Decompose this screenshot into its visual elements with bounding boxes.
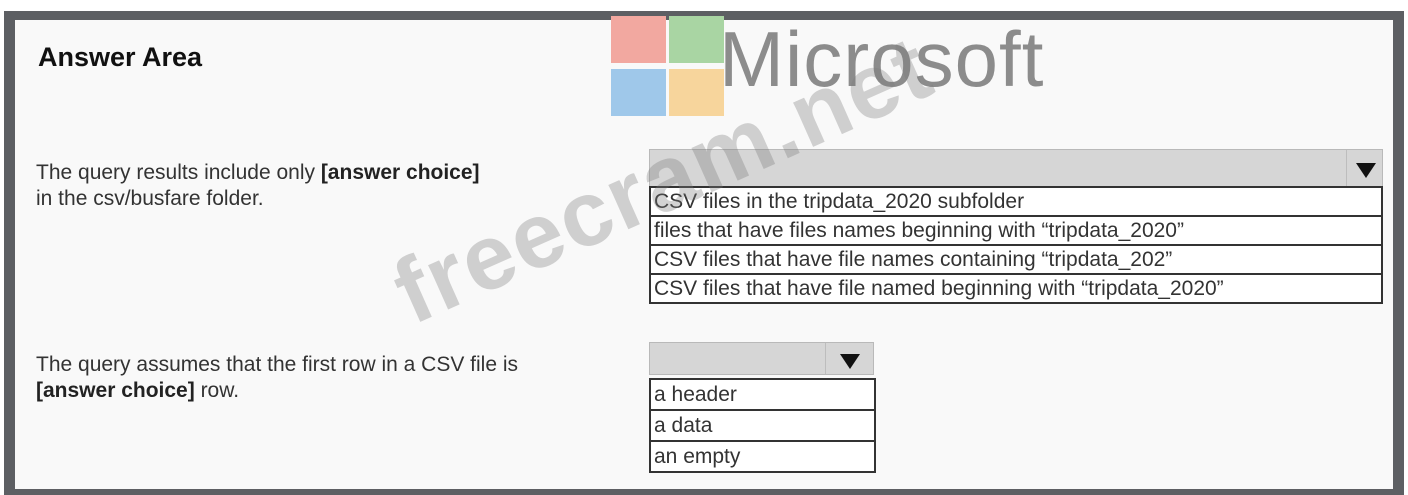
question-1-text-before: The query results include only xyxy=(36,161,321,184)
question-2-choice-label: [answer choice] xyxy=(36,379,195,402)
dropdown-arrow-icon[interactable] xyxy=(1346,150,1382,186)
question-2-option[interactable]: a header xyxy=(651,380,874,411)
dropdown-arrow-icon[interactable] xyxy=(825,343,873,374)
question-1-option[interactable]: CSV files that have file named beginning… xyxy=(651,275,1381,302)
microsoft-logo xyxy=(611,16,724,116)
question-2-text-before: The query assumes that the first row in … xyxy=(36,353,519,376)
question-1-option[interactable]: CSV files in the tripdata_2020 subfolder xyxy=(651,188,1381,217)
logo-blue-square xyxy=(611,69,666,116)
question-1-option[interactable]: CSV files that have file names containin… xyxy=(651,246,1381,275)
logo-green-square xyxy=(669,16,724,63)
question-1-text: The query results include only [answer c… xyxy=(36,160,636,212)
answer-area-title: Answer Area xyxy=(38,42,203,72)
question-2-option[interactable]: an empty xyxy=(651,442,874,471)
question-2-option[interactable]: a data xyxy=(651,411,874,442)
logo-red-square xyxy=(611,16,666,63)
question-2-text: The query assumes that the first row in … xyxy=(36,352,646,404)
question-1-text-after: in the csv/busfare folder. xyxy=(36,187,264,210)
question-1-option[interactable]: files that have files names beginning wi… xyxy=(651,217,1381,246)
question-1-choice-label: [answer choice] xyxy=(320,161,480,184)
question-1-options: CSV files in the tripdata_2020 subfolder… xyxy=(649,186,1383,304)
question-2-dropdown[interactable] xyxy=(649,342,874,375)
microsoft-logo-wordmark: Microsoft xyxy=(719,15,1045,103)
logo-yellow-square xyxy=(669,69,724,116)
question-1-dropdown[interactable] xyxy=(649,149,1383,187)
question-2-text-after: row. xyxy=(194,379,240,402)
question-2-options: a header a data an empty xyxy=(649,378,876,473)
